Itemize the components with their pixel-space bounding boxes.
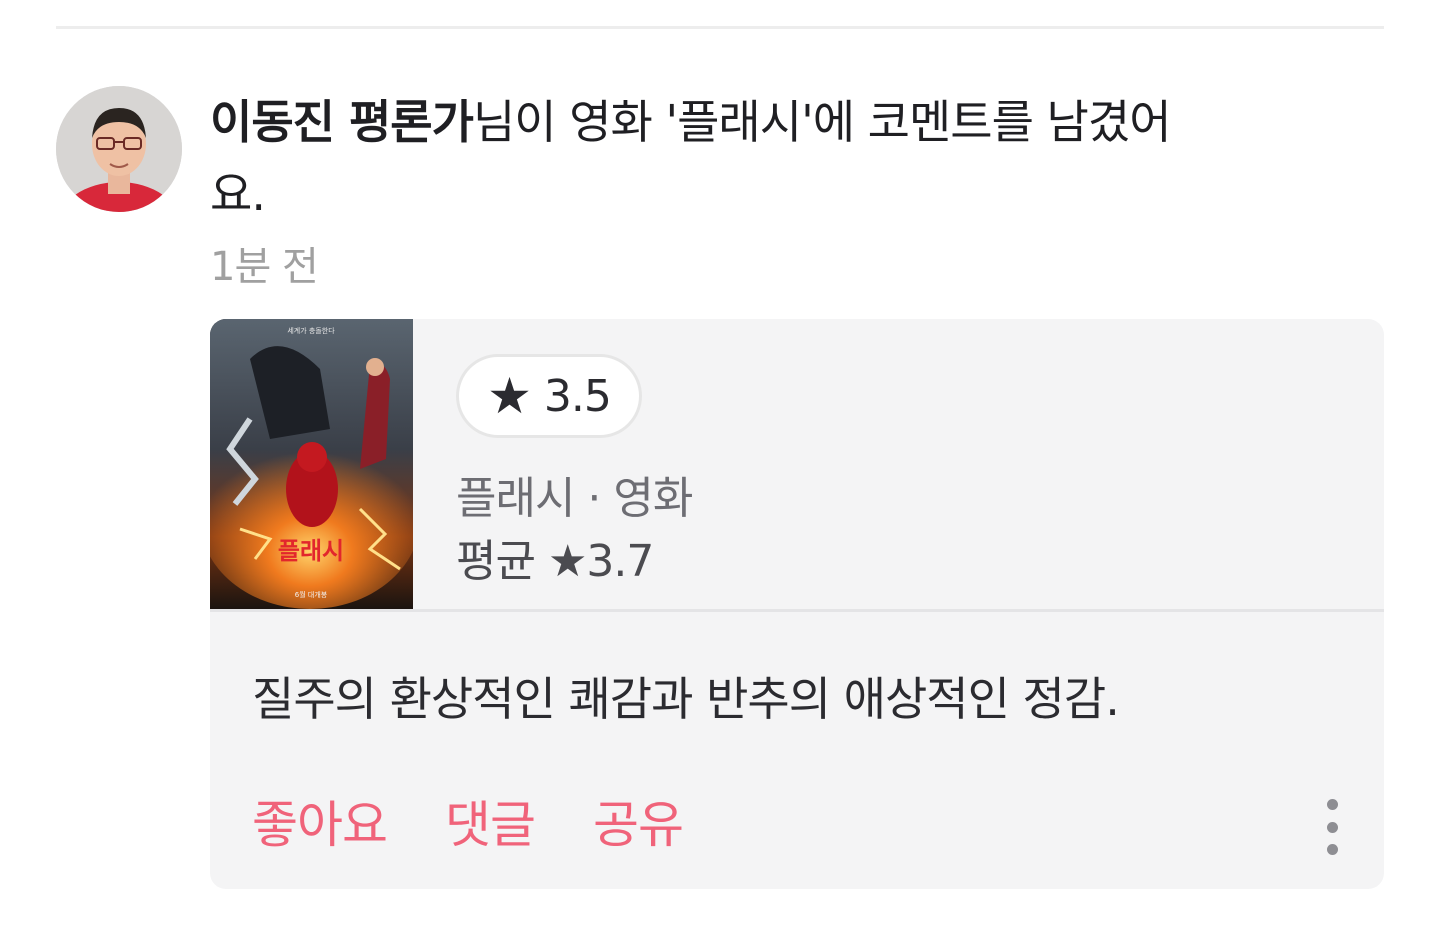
top-divider [56, 26, 1384, 29]
movie-meta[interactable]: 플래시 · 영화 [456, 462, 693, 526]
timestamp: 1분 전 [210, 244, 319, 290]
more-dot [1326, 844, 1338, 855]
poster-tagline: 세계가 충돌한다 [287, 326, 335, 335]
comment-text[interactable]: 질주의 환상적인 쾌감과 반추의 애상적인 정감. [252, 663, 1120, 729]
poster-image: 세계가 충돌한다 플래시 6월 대개봉 [210, 319, 413, 609]
author-name[interactable]: 이동진 평론가 [210, 95, 474, 149]
share-button[interactable]: 공유 [593, 785, 684, 857]
more-dot [1326, 799, 1338, 810]
star-icon: ★ [487, 367, 532, 425]
comment-card[interactable]: 세계가 충돌한다 플래시 6월 대개봉 ★ 3.5 플래시 · 영화 평균 ★3… [210, 319, 1384, 889]
reply-button[interactable]: 댓글 [445, 785, 536, 857]
average-rating: 평균 ★3.7 [456, 536, 654, 587]
user-rating-badge: ★ 3.5 [456, 354, 642, 438]
user-rating-value: 3.5 [543, 370, 612, 422]
feed-headline: 이동진 평론가님이 영화 '플래시'에 코멘트를 남겼어요. [210, 86, 1210, 230]
like-button[interactable]: 좋아요 [252, 785, 388, 857]
card-divider [210, 609, 1384, 612]
poster-release: 6월 대개봉 [295, 590, 328, 599]
action-bar: 좋아요 댓글 공유 [252, 785, 684, 857]
more-vertical-icon[interactable] [1318, 799, 1346, 855]
poster-title: 플래시 [278, 537, 344, 565]
movie-poster[interactable]: 세계가 충돌한다 플래시 6월 대개봉 [210, 319, 413, 609]
avatar-image [56, 86, 182, 212]
avatar[interactable] [56, 86, 182, 212]
more-dot [1326, 821, 1338, 833]
